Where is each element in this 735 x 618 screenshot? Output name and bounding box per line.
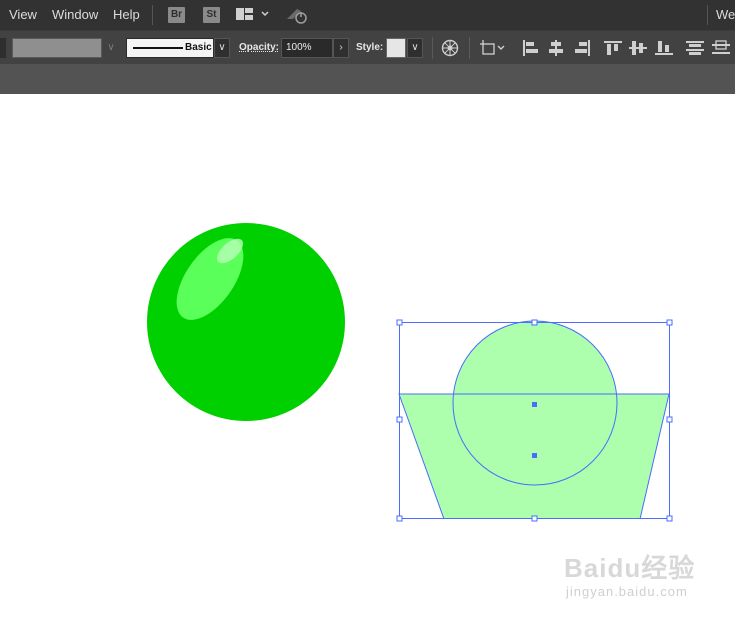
handle-top-right [666,319,673,326]
baidu-watermark-logo: Baidu经验 [564,553,696,583]
distribute-center-icon[interactable] [712,40,730,56]
brush-definition-dropdown[interactable]: Basic [126,38,214,58]
brush-dropdown-button[interactable]: ∨ [214,38,230,58]
chevron-down-icon[interactable]: ∨ [104,41,118,55]
handle-bottom-right [666,515,673,522]
baidu-watermark-url: jingyan.baidu.com [566,584,688,599]
arrange-documents-icon[interactable] [236,7,270,26]
handle-top-left [396,319,403,326]
handle-top-center [531,319,538,326]
distribute-top-icon[interactable] [686,40,704,56]
menu-view[interactable]: View [9,7,37,22]
align-horizontal-center-icon[interactable] [547,40,565,56]
artboard-canvas[interactable] [0,94,735,618]
handle-bottom-center [531,515,538,522]
artwork-layer [147,223,673,522]
opacity-expand-button[interactable]: › [333,38,349,58]
workspace-switcher[interactable]: We [716,7,735,22]
bridge-badge-button[interactable]: Br [168,7,185,23]
align-top-icon[interactable] [604,40,622,56]
document-tab-strip [0,64,735,94]
handle-bottom-left [396,515,403,522]
handle-middle-right [666,416,673,423]
fill-swatch[interactable] [0,38,6,58]
style-dropdown-button[interactable]: ∨ [407,38,423,58]
green-sphere[interactable] [147,223,345,421]
graphic-style-swatch[interactable] [386,38,406,58]
menu-separator [152,5,153,25]
align-right-icon[interactable] [573,40,591,56]
handle-middle-left [396,416,403,423]
menu-bar: View Window Help Br St We [0,0,735,30]
opacity-input[interactable]: 100% [281,38,333,58]
stock-badge-button[interactable]: St [203,7,220,23]
align-bottom-icon[interactable] [655,40,673,56]
align-left-icon[interactable] [522,40,540,56]
menu-help[interactable]: Help [113,7,140,22]
align-vertical-center-icon[interactable] [629,40,647,56]
control-bar: ∨ Basic ∨ Opacity: 100% › Style: ∨ [0,30,735,64]
control-separator [469,37,470,59]
brush-stroke-preview [133,47,183,49]
trapezoid-center-point [532,453,537,458]
align-to-selection-icon[interactable] [480,40,508,56]
menu-window[interactable]: Window [52,7,98,22]
gpu-performance-icon[interactable] [285,5,309,28]
brush-label: Basic [185,42,212,53]
control-separator [432,37,433,59]
circle-center-point [532,402,537,407]
menu-separator-right [707,5,708,25]
recolor-artwork-icon[interactable] [441,39,459,57]
stroke-weight-field[interactable] [12,38,102,58]
style-label: Style: [356,42,384,53]
opacity-label[interactable]: Opacity: [239,42,279,53]
